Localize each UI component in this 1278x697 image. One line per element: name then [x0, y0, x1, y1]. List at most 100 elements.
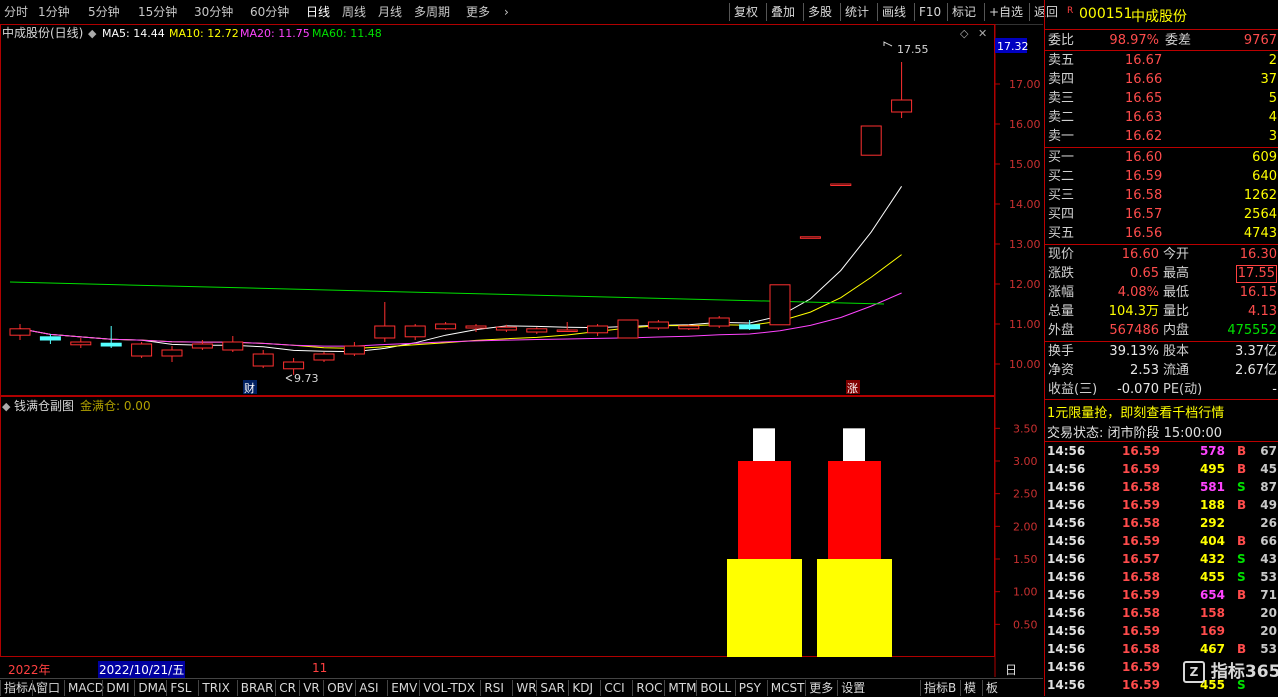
candle-body: [495, 326, 517, 331]
toolbar-btn-1[interactable]: 叠加: [766, 3, 799, 21]
tick-time: 14:56: [1047, 678, 1086, 692]
quote-label2: 量比: [1163, 304, 1190, 319]
bid-price: 16.57: [1125, 207, 1163, 222]
yellow-bar: [817, 559, 892, 657]
toolbar-btn-0[interactable]: 复权: [729, 3, 762, 21]
bid-price: 16.58: [1125, 188, 1163, 203]
indicator-tab-25[interactable]: 设置: [837, 680, 868, 696]
toolbar-btn-6[interactable]: 标记: [947, 3, 980, 21]
ask-label: 卖三: [1048, 91, 1075, 106]
period-tab-2[interactable]: 5分钟: [88, 4, 120, 20]
quote-row: 总量 104.3万 量比 4.13: [1045, 302, 1278, 321]
ask-row: 卖一 16.62 3: [1045, 127, 1278, 146]
indicator-tab-21[interactable]: BOLL: [696, 680, 734, 696]
quote-value: 0.65: [1130, 266, 1159, 281]
toolbar-btn-7[interactable]: +自选: [984, 3, 1027, 21]
indicator-tab-10[interactable]: OBV: [323, 680, 356, 696]
yellow-bar: [727, 559, 802, 657]
period-tab-0[interactable]: 分时: [4, 4, 28, 20]
indicator-tab-1[interactable]: 窗口: [32, 680, 63, 696]
quote-value: 16.60: [1121, 247, 1159, 262]
diamond-icon[interactable]: ◇: [960, 27, 969, 40]
indicator-tab-19[interactable]: ROC: [632, 680, 665, 696]
indicator-tab-16[interactable]: SAR: [536, 680, 567, 696]
fund-label: 收益(三): [1048, 382, 1098, 397]
quote-row: 现价 16.60 今开 16.30: [1045, 245, 1278, 264]
period-tab-9[interactable]: 多周期: [414, 4, 450, 20]
tick-price: 16.59: [1122, 462, 1160, 476]
toolbar-btn-2[interactable]: 多股: [803, 3, 836, 21]
indicator-tab-18[interactable]: CCI: [600, 680, 627, 696]
indicator-tab-2[interactable]: MACD: [64, 680, 107, 696]
close-icon[interactable]: ✕: [978, 27, 987, 40]
quote-label: 涨幅: [1048, 285, 1075, 300]
tick-count: 67: [1260, 444, 1277, 458]
indicator-tab-4[interactable]: DMA: [134, 680, 169, 696]
chart-area[interactable]: 10.00 11.00 12.00 13.00 14.00 15.00 16.00 17.00…: [0, 24, 1043, 696]
period-tab-1[interactable]: 1分钟: [38, 4, 70, 20]
fund-value2: 2.67亿: [1235, 363, 1277, 378]
fund-row: 换手 39.13% 股本 3.37亿: [1045, 342, 1278, 361]
indicator-tab-12[interactable]: EMV: [387, 680, 420, 696]
sub-value-axis: 0.50 1.00 1.50 2.00 2.50 3.00 3.50: [995, 422, 1038, 631]
indicator-tab-7[interactable]: BRAR: [236, 680, 277, 696]
indicator-tab-17[interactable]: KDJ: [568, 680, 596, 696]
indicator-tab-8[interactable]: CR: [275, 680, 299, 696]
quote-value: 567486: [1109, 323, 1159, 338]
period-tab-7[interactable]: 周线: [342, 4, 366, 20]
quote-value: 4.08%: [1117, 285, 1159, 300]
toolbar-btn-4[interactable]: 画线: [877, 3, 910, 21]
candle-body: [860, 125, 882, 156]
stock-name: 中成股份: [1131, 9, 1187, 25]
candle-body: [708, 317, 730, 327]
indicator-tab-6[interactable]: TRIX: [198, 680, 232, 696]
tick-price: 16.59: [1122, 534, 1160, 548]
period-tab-3[interactable]: 15分钟: [138, 4, 177, 20]
tick-side: B: [1237, 588, 1247, 602]
indicator-tab-14[interactable]: RSI: [480, 680, 507, 696]
period-tab-6[interactable]: 日线: [306, 4, 330, 20]
candle-body: [435, 323, 457, 330]
bid-row: 买二 16.59 640: [1045, 167, 1278, 186]
ask-label: 卖一: [1048, 129, 1075, 144]
sub-chart-menu-icon[interactable]: ◆: [2, 400, 11, 413]
indicator-tab-13[interactable]: VOL-TDX: [419, 680, 478, 696]
chart-menu-icon[interactable]: ◆: [88, 27, 97, 40]
candle-body: [647, 321, 669, 329]
period-tab-10[interactable]: 更多: [466, 4, 490, 20]
bid-volume: 2564: [1243, 207, 1277, 222]
high-arrow-icon: [883, 41, 893, 47]
period-tab-5[interactable]: 60分钟: [250, 4, 289, 20]
period-tab-8[interactable]: 月线: [378, 4, 402, 20]
indicator-tab-22[interactable]: PSY: [734, 680, 764, 696]
indicator-tab-11[interactable]: ASI: [355, 680, 381, 696]
ask-price: 16.65: [1125, 91, 1163, 106]
tick-time: 14:56: [1047, 462, 1086, 476]
price-tick-label: 17.00: [1009, 78, 1041, 91]
indicator-tab-9[interactable]: VR: [299, 680, 323, 696]
indicator-bar: 指标A 窗口 MACD DMI DMA FSL TRIX BRAR CR VR OBV ASI EMV V…: [0, 678, 1043, 697]
quote-panel: R 000151 中成股份 委比 98.97% 委差 9767 卖五 16.67 2…: [1044, 0, 1278, 696]
period-tab-4[interactable]: 30分钟: [194, 4, 233, 20]
toolbar-btn-5[interactable]: F10: [914, 3, 945, 21]
tick-price: 16.58: [1122, 642, 1160, 656]
more-arrow-icon[interactable]: ›: [504, 4, 509, 20]
indicator-tab-20[interactable]: MTM: [664, 680, 699, 696]
sub-tick-label: 0.50: [1013, 618, 1038, 631]
tick-time: 14:56: [1047, 444, 1086, 458]
indicator-tab-24[interactable]: 更多: [805, 680, 836, 696]
indicator-right-0[interactable]: 指标B: [920, 680, 959, 696]
indicator-tab-3[interactable]: DMI: [102, 680, 132, 696]
candle-body: [222, 341, 244, 351]
indicator-tab-23[interactable]: MCST: [766, 680, 808, 696]
toolbar-btn-3[interactable]: 统计: [840, 3, 873, 21]
indicator-right-1[interactable]: 模: [960, 680, 979, 696]
indicator-right-2[interactable]: 板: [982, 680, 1001, 696]
quote-label2: 内盘: [1163, 323, 1190, 338]
ad-banner[interactable]: 1元限量抢，即刻查看千档行情: [1047, 402, 1224, 421]
indicator-tab-5[interactable]: FSL: [166, 680, 194, 696]
stock-code: 000151: [1079, 6, 1133, 22]
price-tick-label: 14.00: [1009, 198, 1041, 211]
candle-body: [617, 319, 639, 339]
fund-row: 收益(三) -0.070 PE(动) -: [1045, 380, 1278, 399]
